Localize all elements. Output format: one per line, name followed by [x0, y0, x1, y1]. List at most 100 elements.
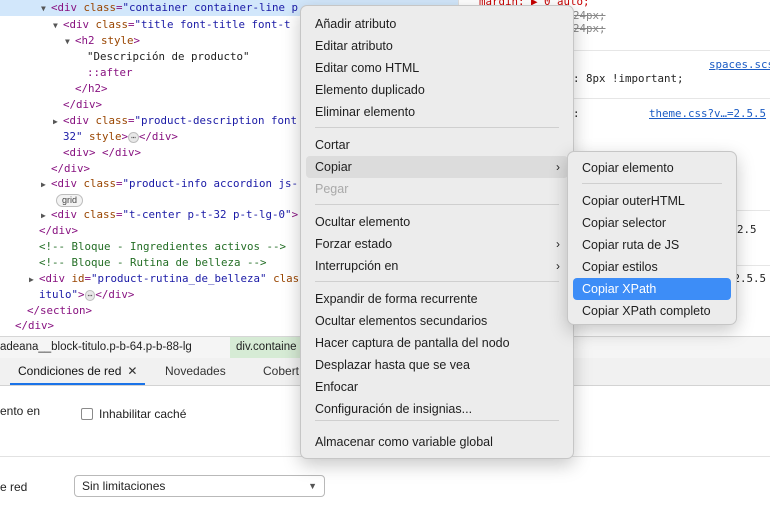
dom-token: "title font-title font-t: [134, 18, 291, 31]
menu-item-label: Almacenar como variable global: [315, 435, 493, 449]
dom-node-line[interactable]: "Descripción de producto": [0, 49, 250, 65]
expand-triangle-icon[interactable]: ▼: [65, 34, 75, 50]
submenu-item-copiar-ruta-de-js[interactable]: Copiar ruta de JS: [573, 234, 731, 256]
throttling-select[interactable]: Sin limitaciones ▼: [74, 475, 325, 497]
caching-label: ento en: [0, 404, 41, 418]
dom-node-line[interactable]: ▼ <h2 style>: [0, 33, 140, 49]
menu-item-desplazar-hasta-que-se-vea[interactable]: Desplazar hasta que se vea: [306, 354, 568, 376]
collapse-triangle-icon[interactable]: ▶: [29, 272, 39, 288]
dom-token: "t-center p-t-32 p-t-lg-0": [122, 208, 292, 221]
menu-item-copiar[interactable]: Copiar ›: [306, 156, 568, 178]
menu-item-hacer-captura-de-pantalla-del-nodo[interactable]: Hacer captura de pantalla del nodo: [306, 332, 568, 354]
dom-node-line[interactable]: <!-- Bloque - Ingredientes activos -->: [0, 239, 286, 255]
submenu-item-copiar-selector[interactable]: Copiar selector: [573, 212, 731, 234]
dom-node-line[interactable]: ▼ <div class="title font-title font-t: [0, 17, 291, 33]
menu-item-label: Elemento duplicado: [315, 83, 425, 97]
stylesheet-link-fragment[interactable]: 2.5: [737, 223, 757, 236]
dom-node-line[interactable]: </div>: [0, 97, 102, 113]
throttling-select-value: Sin limitaciones: [82, 479, 166, 493]
menu-item-interrupcion-en[interactable]: Interrupción en ›: [306, 255, 568, 277]
menu-item-label: Configuración de insignias...: [315, 402, 473, 416]
dom-node-line[interactable]: 32" style> ⋯ </div>: [0, 129, 178, 145]
dom-node-line[interactable]: ::after: [0, 65, 133, 81]
chevron-right-icon: ›: [556, 237, 560, 251]
dom-token: </div>: [63, 98, 103, 111]
close-icon[interactable]: ✕: [127, 364, 137, 378]
ellipsis-badge[interactable]: ⋯: [128, 131, 139, 143]
dom-node-line[interactable]: <div> </div>: [0, 145, 141, 161]
submenu-item-copiar-xpath[interactable]: Copiar XPath: [573, 278, 731, 300]
dom-token: clas: [266, 272, 300, 285]
disable-cache-checkbox[interactable]: [81, 408, 93, 420]
menu-item-ocultar-elemento[interactable]: Ocultar elemento: [306, 211, 568, 233]
dom-token: </section>: [27, 304, 93, 317]
dom-token: <div: [63, 18, 96, 31]
dom-token: <div: [39, 272, 72, 285]
submenu-item-copiar-elemento[interactable]: Copiar elemento: [573, 157, 731, 179]
dom-token: <div: [51, 208, 84, 221]
breadcrumb-item-current[interactable]: div.containe: [230, 337, 303, 358]
menu-item-label: Desplazar hasta que se vea: [315, 358, 470, 372]
grid-badge[interactable]: grid: [56, 194, 84, 207]
dom-node-line[interactable]: itulo"> ⋯ </div>: [0, 287, 134, 303]
menu-item-label: Hacer captura de pantalla del nodo: [315, 336, 510, 350]
dom-token: "product-info accordion js-: [122, 177, 299, 190]
dom-node-line[interactable]: ▶ <div class="t-center p-t-32 p-t-lg-0">: [0, 207, 298, 223]
dom-token: </h2>: [75, 82, 108, 95]
dom-token: class: [83, 1, 117, 14]
dom-node-line[interactable]: </div>: [0, 318, 54, 334]
chevron-right-icon: ›: [556, 160, 560, 174]
tab-network-conditions[interactable]: Condiciones de red ✕: [10, 358, 146, 385]
style-declaration[interactable]: : 8px !important;: [573, 72, 684, 85]
menu-item-elemento-duplicado[interactable]: Elemento duplicado: [306, 79, 568, 101]
throttling-label: e red: [0, 480, 28, 494]
menu-item-expandir-de-forma-recurrente[interactable]: Expandir de forma recurrente: [306, 288, 568, 310]
collapse-triangle-icon[interactable]: ▶: [41, 177, 51, 193]
copy-submenu: Copiar elemento Copiar outerHTML Copiar se…: [567, 151, 737, 325]
dom-node-line[interactable]: </div>: [0, 161, 90, 177]
stylesheet-link[interactable]: theme.css?v…=2.5.5: [649, 107, 766, 120]
tab-whats-new[interactable]: Novedades: [165, 358, 226, 385]
menu-item-label: Ocultar elementos secundarios: [315, 314, 488, 328]
menu-item-editar-como-html[interactable]: Editar como HTML: [306, 57, 568, 79]
expand-triangle-icon[interactable]: ▼: [53, 18, 63, 34]
stylesheet-link[interactable]: spaces.scs: [709, 58, 770, 71]
dom-node-line[interactable]: <!-- Bloque - Rutina de belleza -->: [0, 255, 267, 271]
menu-item-forzar-estado[interactable]: Forzar estado ›: [306, 233, 568, 255]
menu-item-enfocar[interactable]: Enfocar: [306, 376, 568, 398]
menu-item-almacenar-como-variable-global[interactable]: Almacenar como variable global: [306, 431, 568, 453]
style-overridden-value: 24px;: [573, 22, 606, 35]
menu-item-editar-atributo[interactable]: Editar atributo: [306, 35, 568, 57]
menu-item-label: Pegar: [315, 182, 349, 196]
dom-token: </div>: [95, 288, 135, 301]
expand-triangle-icon[interactable]: ▼: [41, 1, 51, 17]
dom-node-line[interactable]: ▶ <div class="product-info accordion js-: [0, 176, 298, 192]
submenu-item-copiar-xpath-completo[interactable]: Copiar XPath completo: [573, 300, 731, 322]
dom-node-line[interactable]: [0, 192, 51, 208]
dom-node-line[interactable]: </h2>: [0, 81, 108, 97]
tab-coverage[interactable]: Cobert: [263, 358, 299, 385]
collapse-triangle-icon[interactable]: ▶: [41, 208, 51, 224]
menu-item-anadir-atributo[interactable]: Añadir atributo: [306, 13, 568, 35]
menu-separator: [582, 183, 722, 184]
menu-item-ocultar-elementos-secundarios[interactable]: Ocultar elementos secundarios: [306, 310, 568, 332]
breadcrumb-item[interactable]: adeana__block-titulo.p-b-64.p-b-88-lg: [0, 337, 192, 358]
menu-item-cortar[interactable]: Cortar: [306, 134, 568, 156]
menu-item-label: Expandir de forma recurrente: [315, 292, 478, 306]
dom-node-line[interactable]: </div>: [0, 223, 78, 239]
menu-separator: [315, 420, 559, 421]
menu-item-configuracion-de-insignias[interactable]: Configuración de insignias...: [306, 398, 568, 420]
menu-item-label: Editar como HTML: [315, 61, 420, 75]
dom-node-line[interactable]: </section>: [0, 303, 92, 319]
submenu-item-copiar-estilos[interactable]: Copiar estilos: [573, 256, 731, 278]
menu-item-eliminar-elemento[interactable]: Eliminar elemento: [306, 101, 568, 123]
disable-cache-label[interactable]: Inhabilitar caché: [99, 407, 186, 421]
dom-node-line[interactable]: ▶ <div id="product-rutina_de_belleza" cla…: [0, 271, 299, 287]
menu-item-label: Enfocar: [315, 380, 359, 394]
dom-node-line[interactable]: ▶ <div class="product-description font: [0, 113, 297, 129]
ellipsis-badge[interactable]: ⋯: [84, 289, 96, 301]
submenu-item-copiar-outerhtml[interactable]: Copiar outerHTML: [573, 190, 731, 212]
menu-separator: [315, 281, 559, 282]
dom-token: <div: [51, 177, 84, 190]
collapse-triangle-icon[interactable]: ▶: [53, 114, 63, 130]
